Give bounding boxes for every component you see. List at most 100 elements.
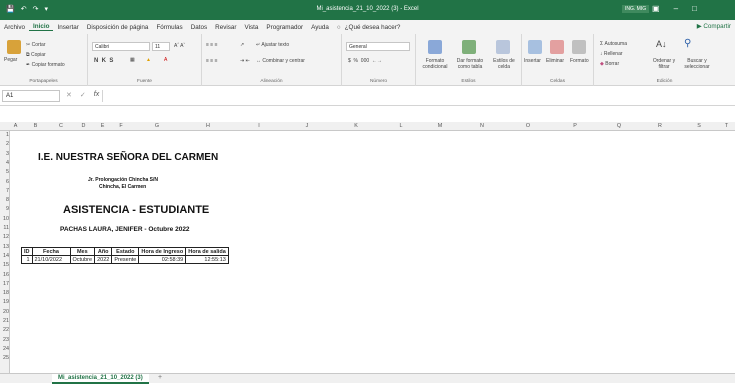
function-icon[interactable]: fx xyxy=(94,91,99,99)
row-header-9[interactable]: 9 xyxy=(1,206,9,212)
delete-button[interactable]: Eliminar xyxy=(546,58,564,64)
row-header-2[interactable]: 2 xyxy=(1,141,9,147)
share-button[interactable]: ▶ Compartir xyxy=(697,23,731,30)
tab-formulas[interactable]: Fórmulas xyxy=(152,24,186,31)
formula-input[interactable] xyxy=(102,90,732,102)
clear-button[interactable]: ◆ Borrar xyxy=(600,61,619,67)
column-header-e[interactable]: E xyxy=(95,123,110,129)
column-header-t[interactable]: T xyxy=(718,123,735,129)
conditional-format-button[interactable]: Formato condicional xyxy=(418,58,452,70)
format-painter-button[interactable]: ✒ Copiar formato xyxy=(26,62,65,68)
fill-button[interactable]: ↓ Rellenar xyxy=(600,51,623,57)
orientation-icon[interactable]: ↗ xyxy=(240,42,244,48)
tab-review[interactable]: Revisar xyxy=(211,24,240,31)
align-left-icons[interactable]: ≡ ≡ ≡ xyxy=(206,58,218,64)
conditional-format-icon[interactable] xyxy=(428,40,442,54)
tab-data[interactable]: Datos xyxy=(187,24,211,31)
tell-me-search[interactable]: ¿Qué desea hacer? xyxy=(341,24,405,31)
delete-cells-icon[interactable] xyxy=(550,40,564,54)
column-header-n[interactable]: N xyxy=(460,123,504,129)
font-grow-icon[interactable]: Aˆ Aˇ xyxy=(174,43,185,49)
insert-button[interactable]: Insertar xyxy=(524,58,541,64)
format-cells-icon[interactable] xyxy=(572,40,586,54)
column-header-k[interactable]: K xyxy=(330,123,382,129)
name-box[interactable]: A1 xyxy=(2,90,60,102)
row-header-15[interactable]: 15 xyxy=(1,262,9,268)
bold-italic-underline-buttons[interactable]: N K S xyxy=(94,58,113,64)
column-header-r[interactable]: R xyxy=(640,123,680,129)
row-header-23[interactable]: 23 xyxy=(1,337,9,343)
row-header-22[interactable]: 22 xyxy=(1,327,9,333)
column-header-a[interactable]: A xyxy=(10,123,21,129)
row-header-7[interactable]: 7 xyxy=(1,188,9,194)
find-select-button[interactable]: Buscar y seleccionar xyxy=(679,58,715,70)
column-header-j[interactable]: J xyxy=(284,123,330,129)
cell-id[interactable]: 1 xyxy=(21,255,33,264)
column-header-m[interactable]: M xyxy=(420,123,460,129)
worksheet-grid[interactable]: ABCDEFGHIJKLMNOPQRST 1 2 3 4 5 6 7 8 9 10 11 12 13 14… xyxy=(0,106,735,373)
sort-filter-button[interactable]: Ordenar y filtrar xyxy=(649,58,679,70)
row-header-4[interactable]: 4 xyxy=(1,160,9,166)
border-icon[interactable]: ▦ xyxy=(130,57,135,63)
copy-button[interactable]: ⧉ Copiar xyxy=(26,52,46,58)
font-color-icon[interactable]: A xyxy=(164,57,167,63)
tab-page-layout[interactable]: Disposición de página xyxy=(83,24,153,31)
column-header-q[interactable]: Q xyxy=(598,123,640,129)
tab-insert[interactable]: Insertar xyxy=(53,24,82,31)
row-header-18[interactable]: 18 xyxy=(1,290,9,296)
user-badge[interactable]: ING. MIG xyxy=(622,5,650,13)
row-header-25[interactable]: 25 xyxy=(1,355,9,361)
column-header-s[interactable]: S xyxy=(680,123,718,129)
tab-view[interactable]: Vista xyxy=(241,24,263,31)
autosum-button[interactable]: Σ Autosuma xyxy=(600,41,627,47)
ribbon-display-icon[interactable]: ▣ xyxy=(652,4,660,13)
row-header-3[interactable]: 3 xyxy=(1,151,9,157)
align-top-icons[interactable]: ≡ ≡ ≡ xyxy=(206,42,218,48)
row-header-5[interactable]: 5 xyxy=(1,169,9,175)
column-header-p[interactable]: P xyxy=(552,123,598,129)
cell-estado[interactable]: Presente xyxy=(111,255,140,264)
enter-icon[interactable]: ✓ xyxy=(80,91,86,99)
cell-styles-icon[interactable] xyxy=(496,40,510,54)
number-format-icons[interactable]: $ % 000 ←→ xyxy=(348,58,382,64)
row-header-19[interactable]: 19 xyxy=(1,299,9,305)
format-as-table-button[interactable]: Dar formato como tabla xyxy=(452,58,488,70)
column-header-c[interactable]: C xyxy=(50,123,72,129)
column-header-l[interactable]: L xyxy=(382,123,420,129)
indent-icons[interactable]: ⇥ ⇤ xyxy=(240,58,250,64)
column-header-o[interactable]: O xyxy=(504,123,552,129)
format-button[interactable]: Formato xyxy=(570,58,589,64)
column-header-d[interactable]: D xyxy=(72,123,95,129)
row-header-1[interactable]: 1 xyxy=(1,132,9,138)
row-header-12[interactable]: 12 xyxy=(1,234,9,240)
tab-developer[interactable]: Programador xyxy=(262,24,307,31)
row-header-21[interactable]: 21 xyxy=(1,318,9,324)
paste-button[interactable]: Pegar xyxy=(4,57,17,63)
row-header-24[interactable]: 24 xyxy=(1,346,9,352)
tab-help[interactable]: Ayuda xyxy=(307,24,333,31)
row-header-6[interactable]: 6 xyxy=(1,179,9,185)
format-table-icon[interactable] xyxy=(462,40,476,54)
add-sheet-button[interactable]: + xyxy=(158,374,162,381)
paste-icon[interactable] xyxy=(7,40,21,54)
row-header-11[interactable]: 11 xyxy=(1,225,9,231)
merge-center-button[interactable]: ↔ Combinar y centrar xyxy=(256,58,305,64)
column-header-b[interactable]: B xyxy=(21,123,50,129)
cell-hora-ingreso[interactable]: 02:58:39 xyxy=(138,255,187,264)
number-format-select[interactable]: General xyxy=(346,42,410,51)
cell-mes[interactable]: Octubre xyxy=(69,255,96,264)
cell-hora-salida[interactable]: 12:55:13 xyxy=(185,255,229,264)
font-name-select[interactable]: Calibri xyxy=(92,42,150,51)
minimize-icon[interactable]: – xyxy=(674,4,678,13)
tab-home[interactable]: Inicio xyxy=(29,23,54,31)
find-icon[interactable]: ⚲ xyxy=(684,38,691,49)
row-header-14[interactable]: 14 xyxy=(1,253,9,259)
row-header-17[interactable]: 17 xyxy=(1,281,9,287)
column-header-f[interactable]: F xyxy=(110,123,132,129)
row-header-16[interactable]: 16 xyxy=(1,272,9,278)
row-header-20[interactable]: 20 xyxy=(1,309,9,315)
cell-styles-button[interactable]: Estilos de celda xyxy=(488,58,520,70)
cell-anio[interactable]: 2022 xyxy=(94,255,113,264)
wrap-text-button[interactable]: ↵ Ajustar texto xyxy=(256,42,289,48)
sort-filter-icon[interactable]: A↓ xyxy=(656,39,667,49)
